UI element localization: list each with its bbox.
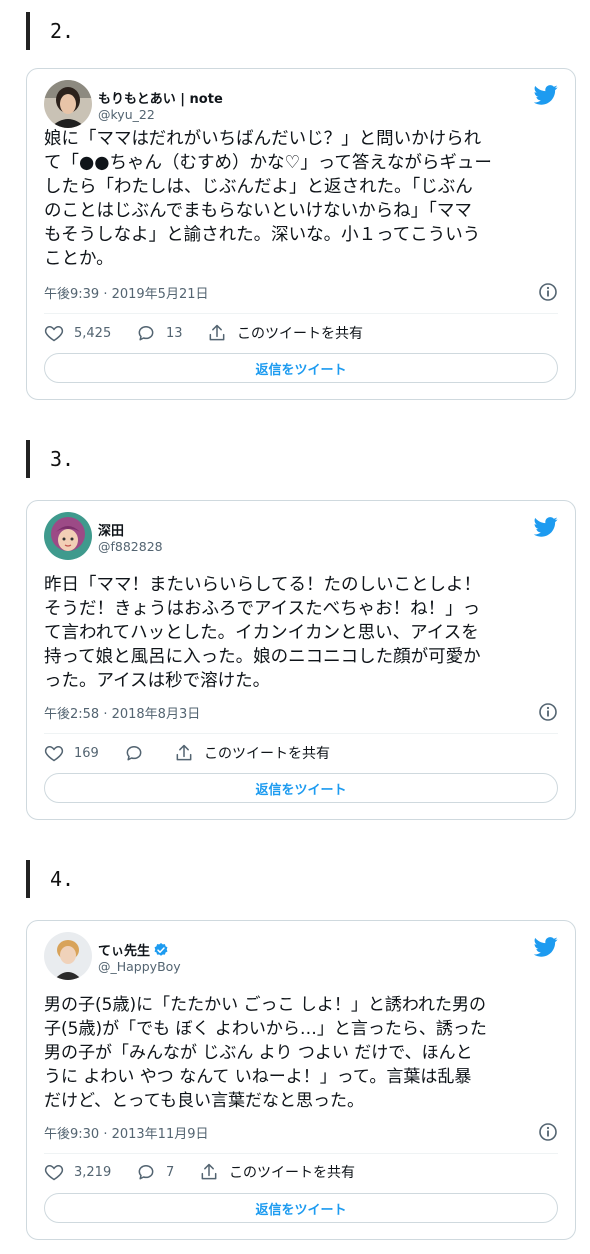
- share-label: このツイートを共有: [204, 746, 330, 762]
- like-button[interactable]: 5,425: [44, 321, 111, 345]
- verified-badge-icon: [154, 943, 168, 956]
- reply-bubble-icon: [138, 326, 154, 341]
- avatar[interactable]: [44, 932, 92, 980]
- reply-action[interactable]: 13: [136, 321, 183, 345]
- share-button[interactable]: このツイートを共有: [207, 321, 363, 345]
- divider: [44, 1153, 558, 1154]
- share-button[interactable]: このツイートを共有: [174, 741, 330, 765]
- display-name[interactable]: もりもとあい | note: [98, 88, 223, 107]
- like-count: 169: [74, 745, 99, 761]
- share-icon: [201, 1163, 217, 1180]
- tweet-text: 男の子(5歳)に「たたかい ごっこ しよ！」と誘われた男の 子(5歳)が「でも …: [44, 995, 487, 1111]
- share-icon: [176, 744, 192, 761]
- heart-icon: [44, 325, 64, 342]
- reply-tweet-button[interactable]: 返信をツイート: [44, 773, 558, 803]
- display-name[interactable]: てぃ先生: [98, 940, 169, 959]
- twitter-bird-icon[interactable]: [534, 85, 558, 105]
- reply-tweet-button[interactable]: 返信をツイート: [44, 1193, 558, 1223]
- section-heading: 3.: [26, 440, 226, 478]
- reply-action[interactable]: 7: [136, 1160, 174, 1184]
- share-icon: [209, 324, 225, 341]
- heart-icon: [44, 1164, 64, 1181]
- reply-bubble-icon: [126, 746, 142, 761]
- avatar[interactable]: [44, 512, 92, 560]
- like-button[interactable]: 169: [44, 741, 99, 765]
- tweet-text: 昨日「ママ！またいらいらしてる！たのしいことしよ！ そうだ！きょうはおふろでアイ…: [44, 575, 481, 691]
- avatar[interactable]: [44, 80, 92, 128]
- info-icon[interactable]: [538, 1122, 558, 1142]
- tweet-actions: 169 このツイートを共有: [44, 741, 558, 765]
- reply-count: 7: [166, 1164, 175, 1180]
- section-number: 3.: [50, 447, 75, 471]
- reply-action[interactable]: [124, 741, 154, 765]
- like-count: 3,219: [74, 1164, 112, 1180]
- like-button[interactable]: 3,219: [44, 1160, 111, 1184]
- user-handle[interactable]: @kyu_22: [98, 107, 155, 122]
- tweet-actions: 3,219 7 このツイートを共有: [44, 1160, 558, 1184]
- twitter-bird-icon[interactable]: [534, 517, 558, 537]
- heart-icon: [44, 745, 64, 762]
- tweet-timestamp[interactable]: 午後2:58 · 2018年8月3日: [44, 703, 200, 722]
- share-label: このツイートを共有: [229, 1165, 355, 1181]
- tweet-text: 娘に「ママはだれがいちばんだいじ？」と問いかけられ て「●●ちゃん（むすめ）かな…: [44, 129, 492, 269]
- tweet-timestamp[interactable]: 午後9:30 · 2013年11月9日: [44, 1123, 209, 1142]
- info-icon[interactable]: [538, 702, 558, 722]
- section-heading: 2.: [26, 12, 226, 50]
- reply-bubble-icon: [138, 1165, 154, 1180]
- reply-tweet-button[interactable]: 返信をツイート: [44, 353, 558, 383]
- tweet-card[interactable]: もりもとあい | note @kyu_22 娘に「ママはだれがいちばんだいじ？」…: [26, 68, 576, 400]
- divider: [44, 313, 558, 314]
- section-number: 4.: [50, 867, 75, 891]
- user-handle[interactable]: @f882828: [98, 539, 163, 554]
- twitter-bird-icon[interactable]: [534, 937, 558, 957]
- divider: [44, 733, 558, 734]
- share-label: このツイートを共有: [237, 326, 363, 342]
- tweet-card[interactable]: てぃ先生 @_HappyBoy 男の子(5歳)に「たたかい ごっこ しよ！」と誘…: [26, 920, 576, 1240]
- display-name[interactable]: 深田: [98, 520, 124, 539]
- tweet-card[interactable]: 深田 @f882828 昨日「ママ！またいらいらしてる！たのしいことしよ！ そう…: [26, 500, 576, 820]
- section-heading: 4.: [26, 860, 226, 898]
- tweet-timestamp[interactable]: 午後9:39 · 2019年5月21日: [44, 283, 209, 302]
- tweet-actions: 5,425 13 このツイートを共有: [44, 321, 558, 345]
- reply-count: 13: [166, 325, 183, 341]
- user-handle[interactable]: @_HappyBoy: [98, 959, 181, 974]
- info-icon[interactable]: [538, 282, 558, 302]
- share-button[interactable]: このツイートを共有: [199, 1160, 355, 1184]
- section-number: 2.: [50, 19, 75, 43]
- like-count: 5,425: [74, 325, 112, 341]
